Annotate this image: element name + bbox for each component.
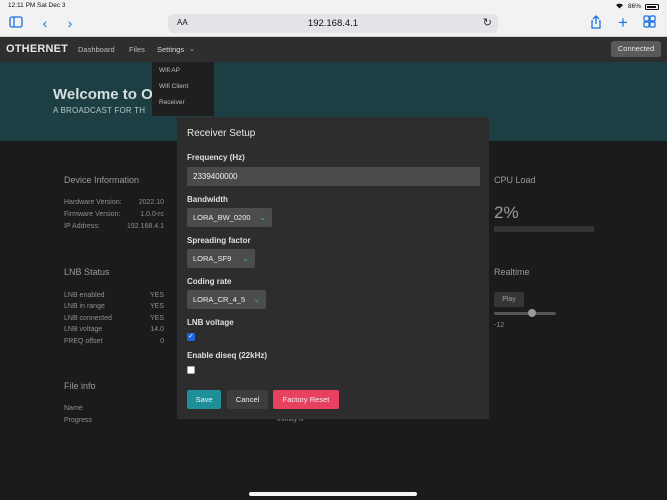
device-info-title: Device Information <box>64 175 140 185</box>
connection-status-button[interactable]: Connected <box>611 41 661 57</box>
lnb-row-label: LNB voltage <box>64 326 103 333</box>
device-info-label: Firmware Version: <box>64 211 121 218</box>
address-bar[interactable]: AA 192.168.4.1 ↻ <box>168 14 498 33</box>
new-tab-icon[interactable]: + <box>615 14 631 31</box>
realtime-title: Realtime <box>494 267 530 277</box>
battery-percent: 86% <box>627 3 641 10</box>
device-info-value: 2022.10 <box>138 199 164 206</box>
browser-toolbar: ‹ › AA 192.168.4.1 ↻ + <box>0 11 667 37</box>
lnb-voltage-checkbox[interactable]: ✓ <box>187 333 195 341</box>
battery-icon <box>645 3 659 10</box>
menu-item-receiver[interactable]: Receiver <box>152 94 214 110</box>
bandwidth-label: Bandwidth <box>187 195 228 204</box>
spreading-factor-value: LORA_SF9 <box>193 254 232 263</box>
lnb-row-value: YES <box>149 303 164 310</box>
file-info-label: Name <box>64 405 83 412</box>
save-button[interactable]: Save <box>187 390 221 409</box>
file-info-title: File info <box>64 381 96 391</box>
menu-item-wifi-ap[interactable]: Wifi AP <box>152 62 214 78</box>
coding-rate-value: LORA_CR_4_5 <box>193 295 246 304</box>
receiver-setup-modal: Receiver Setup Frequency (Hz) Bandwidth … <box>177 117 489 419</box>
chevron-down-icon: ⌄ <box>259 213 266 222</box>
file-info-label: Progress <box>64 417 93 424</box>
volume-slider[interactable] <box>494 312 556 315</box>
spreading-factor-label: Spreading factor <box>187 236 251 245</box>
chevron-down-icon[interactable]: ⌄ <box>189 45 195 53</box>
cpu-load-title: CPU Load <box>494 175 536 185</box>
lnb-row-label: LNB in range <box>64 303 105 310</box>
diseqc-checkbox[interactable] <box>187 366 195 374</box>
frequency-input[interactable] <box>187 167 480 186</box>
url-text[interactable]: 192.168.4.1 <box>168 18 498 29</box>
factory-reset-button[interactable]: Factory Reset <box>273 390 339 409</box>
diseqc-label: Enable diseq (22kHz) <box>187 351 268 360</box>
play-button[interactable]: Play <box>494 292 524 307</box>
tabs-icon[interactable] <box>641 15 657 31</box>
nav-files[interactable]: Files <box>129 45 145 54</box>
brand-logo[interactable]: OTHERNET <box>6 43 68 55</box>
app-navbar: OTHERNET Dashboard Files Settings ⌄ Conn… <box>0 37 667 62</box>
share-icon[interactable] <box>588 15 604 31</box>
menu-item-wifi-client[interactable]: Wifi Client <box>152 78 214 94</box>
coding-rate-select[interactable]: LORA_CR_4_5 ⌄ <box>187 290 266 309</box>
chevron-down-icon: ⌄ <box>253 295 260 304</box>
lnb-voltage-label: LNB voltage <box>187 318 234 327</box>
status-right: 86% <box>615 2 659 11</box>
status-time: 12:11 PM <box>8 2 36 9</box>
settings-dropdown: Wifi AP Wifi Client Receiver <box>152 62 214 116</box>
lnb-status-title: LNB Status <box>64 267 110 277</box>
back-icon[interactable]: ‹ <box>37 15 53 31</box>
lnb-row-value: 14.0 <box>150 326 164 333</box>
hero-title: Welcome to O <box>53 86 153 103</box>
forward-icon[interactable]: › <box>62 15 78 31</box>
chevron-down-icon: ⌄ <box>242 254 249 263</box>
slider-thumb[interactable] <box>528 309 536 317</box>
slider-value: -12 <box>494 322 505 329</box>
cpu-load-value: 2% <box>494 203 519 222</box>
lnb-row-value: YES <box>149 315 164 322</box>
frequency-label: Frequency (Hz) <box>187 153 245 162</box>
device-info-value: 192.168.4.1 <box>127 223 164 230</box>
device-info-label: Hardware Version: <box>64 199 122 206</box>
nav-dashboard[interactable]: Dashboard <box>78 45 115 54</box>
coding-rate-label: Coding rate <box>187 277 232 286</box>
lnb-row-label: FREQ offset <box>64 338 103 345</box>
cpu-load-bar <box>494 226 594 232</box>
device-info-value: 1.0.0-rc <box>140 211 164 218</box>
home-indicator[interactable] <box>249 492 417 496</box>
spreading-factor-select[interactable]: LORA_SF9 ⌄ <box>187 249 255 268</box>
lnb-row-value: 0 <box>160 338 164 345</box>
bandwidth-select[interactable]: LORA_BW_0200 ⌄ <box>187 208 272 227</box>
lnb-row-label: LNB connected <box>64 315 112 322</box>
status-bar: 12:11 PM Sat Dec 3 86% <box>0 0 667 11</box>
status-date: Sat Dec 3 <box>37 2 66 9</box>
hero-subtitle: A BROADCAST FOR TH <box>53 106 146 115</box>
wifi-icon <box>615 2 624 11</box>
sidebar-icon[interactable] <box>8 15 24 31</box>
lnb-row-value: YES <box>149 292 164 299</box>
bandwidth-value: LORA_BW_0200 <box>193 213 251 222</box>
lnb-row-label: LNB enabled <box>64 292 105 299</box>
cancel-button[interactable]: Cancel <box>227 390 268 409</box>
reload-icon[interactable]: ↻ <box>483 16 492 29</box>
device-info-label: IP Address: <box>64 223 100 230</box>
nav-settings[interactable]: Settings <box>157 45 184 54</box>
modal-title: Receiver Setup <box>187 128 256 139</box>
